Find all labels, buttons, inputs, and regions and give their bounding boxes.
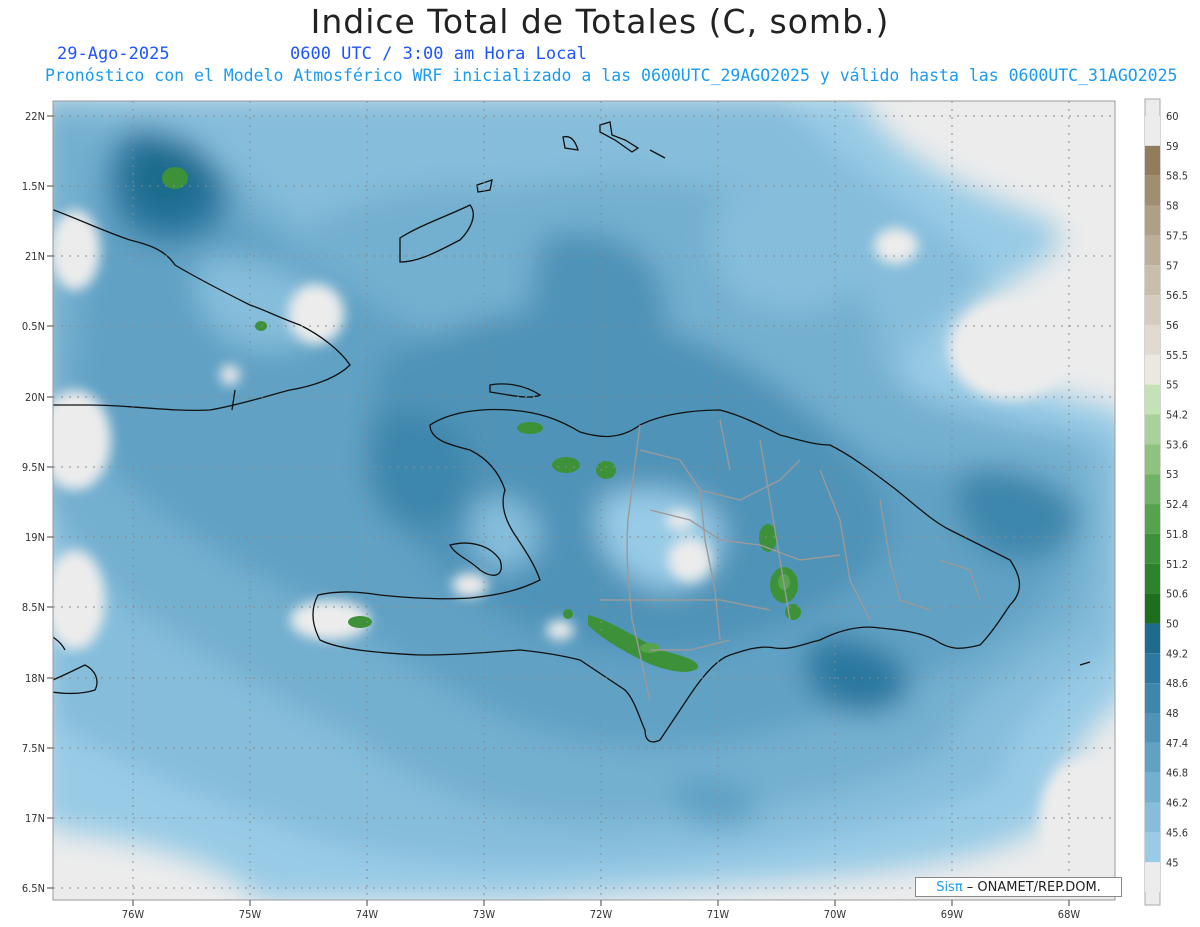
colorbar-swatch (1145, 175, 1160, 206)
lon-label: 72W (590, 908, 613, 921)
colorbar-swatch (1145, 653, 1160, 684)
colorbar-label: 50 (1166, 617, 1179, 630)
colorbar-label: 51.8 (1166, 528, 1188, 541)
lat-label: 21N (25, 250, 45, 263)
colorbar: 60 59 58.5 58 57.5 57 56.5 56 55.5 55 54.2 53.6 53 52… (1144, 98, 1188, 906)
lat-label: 18N (25, 672, 45, 685)
lat-label: 0.5N (22, 320, 45, 333)
colorbar-swatch (1145, 742, 1160, 773)
colorbar-label: 46.8 (1166, 767, 1188, 780)
map-figure: 22N 1.5N 21N 0.5N 20N 9.5N 19N 8.5N 18N … (22, 98, 1188, 921)
lon-label: 70W (824, 908, 847, 921)
colorbar-swatch (1145, 474, 1160, 505)
lat-label: 6.5N (22, 882, 45, 895)
lat-label: 9.5N (22, 461, 45, 474)
credit-box: Sisπ – ONAMET/REP.DOM. (915, 877, 1122, 897)
shaded-field (53, 101, 1115, 900)
lon-label: 69W (941, 908, 964, 921)
lat-label: 1.5N (22, 180, 45, 193)
colorbar-swatch (1145, 533, 1160, 564)
colorbar-label: 52.4 (1166, 498, 1188, 511)
colorbar-swatch (1145, 623, 1160, 654)
colorbar-swatch (1145, 145, 1160, 176)
colorbar-label: 57 (1166, 259, 1179, 272)
colorbar-swatch (1145, 772, 1160, 803)
colorbar-label: 46.2 (1166, 797, 1188, 810)
colorbar-swatch (1145, 444, 1160, 475)
lon-label: 75W (239, 908, 262, 921)
colorbar-swatch (1145, 713, 1160, 743)
lon-label: 68W (1058, 908, 1081, 921)
colorbar-swatch (1145, 832, 1160, 863)
lon-ticks (132, 900, 1070, 906)
colorbar-label: 49.2 (1166, 647, 1188, 660)
colorbar-label: 55 (1166, 379, 1179, 392)
lon-label: 76W (122, 908, 145, 921)
colorbar-label: 56.5 (1166, 289, 1188, 302)
colorbar-swatch (1145, 354, 1160, 385)
colorbar-swatch (1145, 295, 1160, 325)
colorbar-label: 60 (1166, 110, 1179, 123)
colorbar-label: 54.2 (1166, 409, 1188, 422)
colorbar-label: 47.4 (1166, 737, 1188, 750)
colorbar-swatch (1145, 384, 1160, 415)
colorbar-label: 57.5 (1166, 229, 1188, 242)
colorbar-swatch (1145, 683, 1160, 713)
colorbar-label: 55.5 (1166, 349, 1188, 362)
colorbar-label: 59 (1166, 140, 1179, 153)
colorbar-label: 45 (1166, 856, 1179, 869)
colorbar-swatch (1145, 414, 1160, 445)
lat-label: 7.5N (22, 742, 45, 755)
colorbar-label: 56 (1166, 319, 1179, 332)
lat-label: 17N (25, 812, 45, 825)
lon-label: 71W (707, 908, 730, 921)
sispi-logo: Sisπ (936, 880, 963, 895)
colorbar-swatch (1145, 235, 1160, 266)
colorbar-swatch (1145, 324, 1160, 355)
colorbar-swatch (1145, 265, 1160, 296)
colorbar-swatch (1145, 563, 1160, 594)
colorbar-swatch (1145, 593, 1160, 624)
colorbar-swatch (1145, 504, 1160, 534)
colorbar-swatch (1145, 862, 1160, 893)
colorbar-swatch (1145, 116, 1160, 146)
colorbar-label: 50.6 (1166, 588, 1188, 601)
colorbar-swatch (1145, 802, 1160, 833)
colorbar-label: 45.6 (1166, 826, 1188, 839)
colorbar-label: 58.5 (1166, 170, 1188, 183)
colorbar-label: 48.6 (1166, 677, 1188, 690)
colorbar-label: 58 (1166, 200, 1179, 213)
lat-label: 8.5N (22, 601, 45, 614)
lat-label: 22N (25, 110, 45, 123)
lat-label: 19N (25, 531, 45, 544)
credit-text: – ONAMET/REP.DOM. (962, 880, 1101, 895)
colorbar-label: 53 (1166, 468, 1179, 481)
lat-ticks (47, 115, 53, 889)
lon-label: 74W (356, 908, 379, 921)
lon-label: 73W (473, 908, 496, 921)
colorbar-label: 51.2 (1166, 558, 1188, 571)
colorbar-label: 48 (1166, 707, 1179, 720)
colorbar-swatch (1145, 205, 1160, 236)
lat-label: 20N (25, 391, 45, 404)
colorbar-label: 53.6 (1166, 438, 1188, 451)
